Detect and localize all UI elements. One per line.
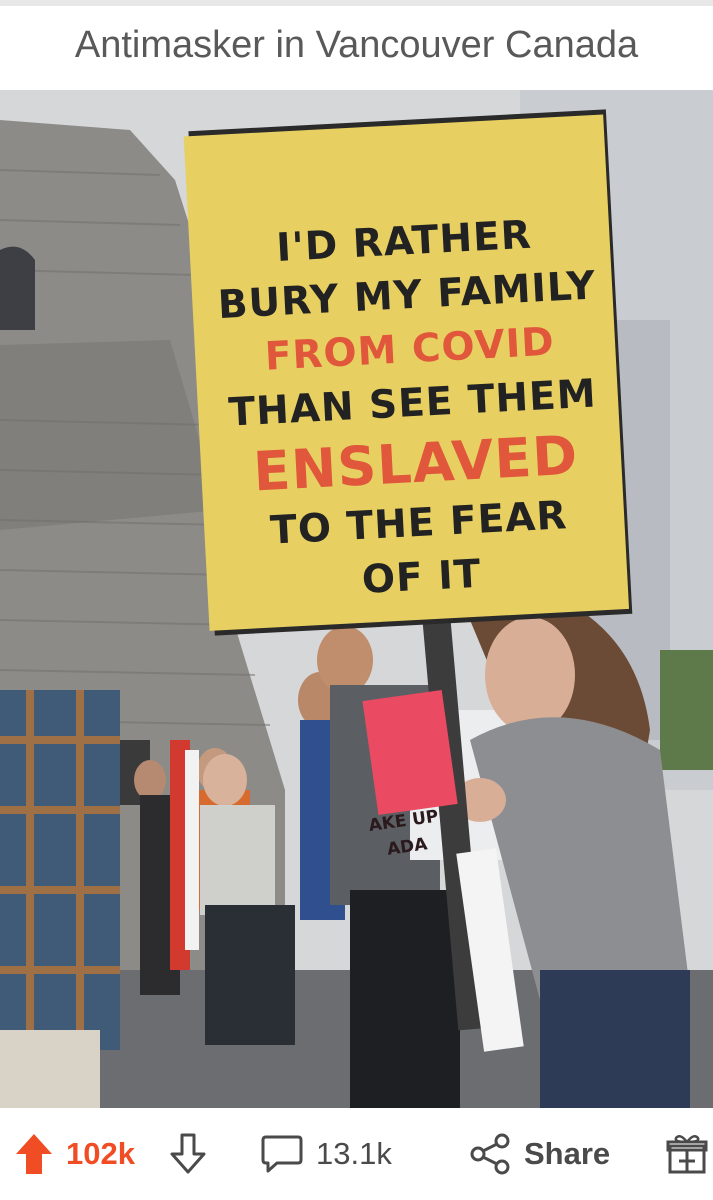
upvote-group: 102k	[14, 1108, 135, 1200]
downvote-group	[168, 1108, 208, 1200]
downvote-icon[interactable]	[168, 1132, 208, 1176]
tree	[660, 650, 713, 770]
comment-group[interactable]: 13.1k	[260, 1108, 392, 1200]
action-bar: 102k 13.1k Share	[0, 1108, 713, 1200]
post-image[interactable]: I'D RATHER BURY MY FAMILY FROM COVID THA…	[0, 90, 713, 1108]
foreground-person-pants	[0, 1030, 100, 1108]
upvote-count: 102k	[66, 1136, 135, 1171]
comment-icon[interactable]	[260, 1132, 304, 1176]
comment-count: 13.1k	[316, 1136, 392, 1171]
post-title: Antimasker in Vancouver Canada	[74, 24, 639, 66]
top-strip	[0, 0, 713, 6]
award-group[interactable]	[666, 1108, 708, 1200]
main-sign-text: I'D RATHER BURY MY FAMILY FROM COVID THA…	[193, 204, 637, 695]
share-icon[interactable]	[468, 1132, 512, 1176]
upvote-icon[interactable]	[14, 1132, 54, 1176]
share-group[interactable]: Share	[468, 1108, 610, 1200]
share-label: Share	[524, 1136, 611, 1171]
gift-award-icon[interactable]	[666, 1132, 708, 1176]
church-window	[0, 246, 35, 330]
